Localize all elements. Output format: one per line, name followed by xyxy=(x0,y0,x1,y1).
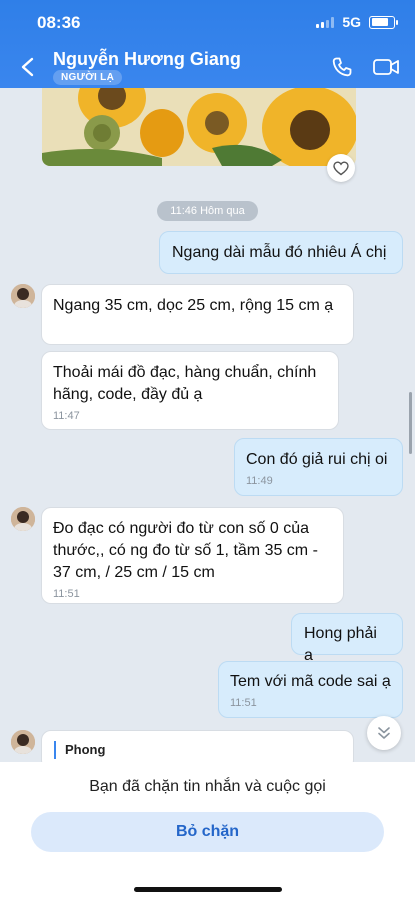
message-text: Thoải mái đồ đạc, hàng chuẩn, chính hãng… xyxy=(53,364,317,403)
stranger-badge: NGƯỜI LẠ xyxy=(53,70,123,85)
blocked-notice: Bạn đã chặn tin nhắn và cuộc gọi xyxy=(89,778,326,795)
sunflower-image[interactable] xyxy=(42,88,356,166)
message-time: 11:49 xyxy=(246,475,273,487)
avatar[interactable] xyxy=(11,284,35,308)
sunflower-picture xyxy=(42,88,356,166)
chevron-down-icon xyxy=(378,727,390,739)
status-time: 08:36 xyxy=(37,13,81,32)
chat-header: 08:36 5G Nguyễn Hương Giang NGƯỜI LẠ xyxy=(0,0,415,88)
scroll-down-button[interactable] xyxy=(367,716,401,750)
network-label: 5G xyxy=(342,14,361,30)
message-time: 11:51 xyxy=(230,697,257,709)
message-outgoing[interactable]: Hong phải ạ xyxy=(291,613,403,664)
home-indicator[interactable] xyxy=(134,887,282,892)
message-outgoing[interactable]: Tem với mã code sai ạ 11:51 xyxy=(218,661,403,718)
signal-icon xyxy=(316,16,335,28)
heart-icon[interactable] xyxy=(327,154,355,182)
message-incoming[interactable]: Đo đạc có người đo từ con số 0 của thước… xyxy=(41,507,344,604)
message-outgoing[interactable]: Ngang dài mẫu đó nhiêu Á chị xyxy=(159,231,403,274)
unblock-button[interactable]: Bỏ chặn xyxy=(31,812,384,852)
message-text: Ngang dài mẫu đó nhiêu Á chị xyxy=(172,244,387,261)
battery-icon xyxy=(369,15,398,29)
message-text: Hong phải ạ xyxy=(304,625,377,664)
time-divider: 11:46 Hôm qua xyxy=(157,201,258,221)
message-text: Ngang 35 cm, dọc 25 cm, rộng 15 cm ạ xyxy=(53,297,334,314)
message-text: Con đó giả rui chị oi xyxy=(246,451,388,468)
phone-icon[interactable] xyxy=(330,55,354,79)
status-indicators: 5G xyxy=(316,14,398,30)
scrollbar[interactable] xyxy=(409,392,412,454)
message-incoming[interactable]: Thoải mái đồ đạc, hàng chuẩn, chính hãng… xyxy=(41,351,339,430)
reply-quote: Phong xyxy=(54,741,341,759)
message-time: 11:47 xyxy=(53,410,80,422)
blocked-panel: Bạn đã chặn tin nhắn và cuộc gọi Bỏ chặn xyxy=(0,762,415,900)
video-call-icon[interactable] xyxy=(372,56,400,78)
message-outgoing[interactable]: Con đó giả rui chị oi 11:49 xyxy=(234,438,403,496)
message-time: 11:51 xyxy=(53,588,80,600)
contact-name[interactable]: Nguyễn Hương Giang xyxy=(53,49,241,70)
avatar[interactable] xyxy=(11,730,35,754)
reply-sender: Phong xyxy=(65,742,106,757)
message-incoming[interactable]: Ngang 35 cm, dọc 25 cm, rộng 15 cm ạ xyxy=(41,284,354,345)
message-text: Đo đạc có người đo từ con số 0 của thước… xyxy=(53,520,318,581)
avatar[interactable] xyxy=(11,507,35,531)
back-icon[interactable] xyxy=(18,56,38,78)
message-text: Tem với mã code sai ạ xyxy=(230,673,391,690)
